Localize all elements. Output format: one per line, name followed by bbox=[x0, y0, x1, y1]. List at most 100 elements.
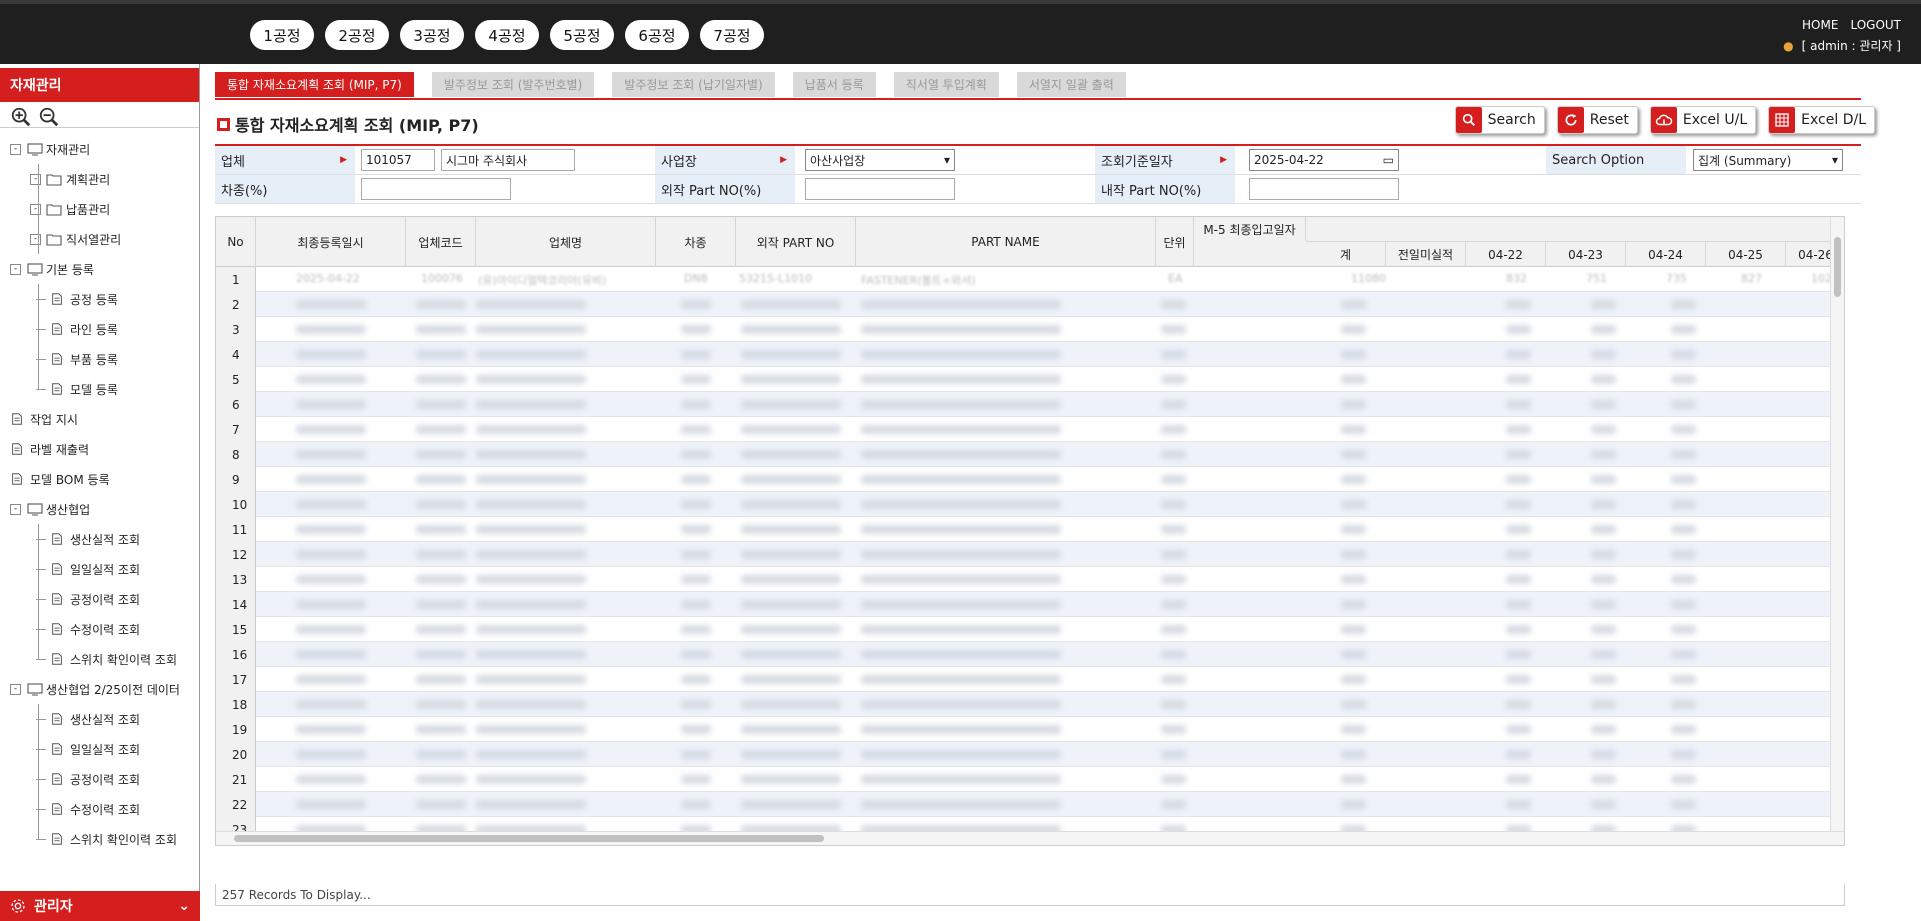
table-row[interactable]: 12 bbox=[216, 542, 1844, 567]
process-tab-1[interactable]: 1공정 bbox=[250, 20, 314, 50]
sidebar-item-23[interactable]: 스위치 확인이력 조회 bbox=[0, 824, 199, 854]
search-option-select[interactable]: 집계 (Summary) ▾ bbox=[1693, 149, 1843, 171]
sidebar-item-22[interactable]: 수정이력 조회 bbox=[0, 794, 199, 824]
excel-upload-button[interactable]: Excel U/L bbox=[1649, 106, 1757, 134]
sidebar-item-17[interactable]: 스위치 확인이력 조회 bbox=[0, 644, 199, 674]
sidebar-item-21[interactable]: 공정이력 조회 bbox=[0, 764, 199, 794]
column-header-3[interactable]: 업체명 bbox=[476, 217, 656, 267]
vertical-scrollbar[interactable] bbox=[1830, 217, 1844, 845]
table-row[interactable]: 5 bbox=[216, 367, 1844, 392]
sidebar-item-18[interactable]: - 생산협업 2/25이전 데이터 bbox=[0, 674, 199, 704]
table-row[interactable]: 10 bbox=[216, 492, 1844, 517]
sub-header-0[interactable]: 계 bbox=[1306, 241, 1386, 267]
sidebar-item-3[interactable]: - 직서열관리 bbox=[0, 224, 199, 254]
sidebar-item-13[interactable]: 생산실적 조회 bbox=[0, 524, 199, 554]
table-row[interactable]: 13 bbox=[216, 567, 1844, 592]
process-tab-7[interactable]: 7공정 bbox=[700, 20, 764, 50]
tab-1[interactable]: 발주정보 조회 (발주번호별) bbox=[431, 72, 595, 97]
table-row[interactable]: 6 bbox=[216, 392, 1844, 417]
column-header-7[interactable]: 단위 bbox=[1156, 217, 1194, 267]
sidebar-item-5[interactable]: 공정 등록 bbox=[0, 284, 199, 314]
table-row[interactable]: 18 bbox=[216, 692, 1844, 717]
collapse-toggle-icon[interactable]: - bbox=[10, 503, 21, 515]
sub-header-4[interactable]: 04-24 bbox=[1626, 241, 1706, 267]
sidebar-item-11[interactable]: 모델 BOM 등록 bbox=[0, 464, 199, 494]
column-header-6[interactable]: PART NAME bbox=[856, 217, 1156, 267]
sidebar-item-9[interactable]: 작업 지시 bbox=[0, 404, 199, 434]
table-row[interactable]: 9 bbox=[216, 467, 1844, 492]
search-button[interactable]: Search bbox=[1454, 106, 1545, 134]
reset-button[interactable]: Reset bbox=[1556, 106, 1638, 134]
collapse-toggle-icon[interactable]: - bbox=[30, 173, 41, 185]
table-row[interactable]: 22 bbox=[216, 792, 1844, 817]
sub-header-5[interactable]: 04-25 bbox=[1706, 241, 1786, 267]
table-row[interactable]: 4 bbox=[216, 342, 1844, 367]
table-row[interactable]: 1 2025-04-22 100076 (유)아이디얼텍코리아(유비) DN8 53215… bbox=[216, 267, 1844, 292]
table-row[interactable]: 16 bbox=[216, 642, 1844, 667]
process-tab-6[interactable]: 6공정 bbox=[625, 20, 689, 50]
sub-header-3[interactable]: 04-23 bbox=[1546, 241, 1626, 267]
tab-2[interactable]: 발주정보 조회 (납기일자별) bbox=[612, 72, 775, 97]
table-row[interactable]: 21 bbox=[216, 767, 1844, 792]
table-row[interactable]: 17 bbox=[216, 667, 1844, 692]
table-row[interactable]: 7 bbox=[216, 417, 1844, 442]
car-input[interactable] bbox=[361, 178, 511, 200]
table-row[interactable]: 14 bbox=[216, 592, 1844, 617]
tab-5[interactable]: 서열지 일괄 출력 bbox=[1016, 72, 1126, 97]
column-header-2[interactable]: 업체코드 bbox=[406, 217, 476, 267]
ext-part-input[interactable] bbox=[805, 178, 955, 200]
sidebar-item-12[interactable]: - 생산협업 bbox=[0, 494, 199, 524]
home-link[interactable]: HOME bbox=[1802, 18, 1838, 32]
sidebar-item-7[interactable]: 부품 등록 bbox=[0, 344, 199, 374]
table-row[interactable]: 15 bbox=[216, 617, 1844, 642]
tab-3[interactable]: 납품서 등록 bbox=[792, 72, 876, 97]
vendor-code-input[interactable]: 101057 bbox=[361, 149, 435, 171]
collapse-toggle-icon[interactable]: - bbox=[30, 233, 41, 245]
collapse-toggle-icon[interactable]: - bbox=[10, 683, 21, 695]
process-tab-2[interactable]: 2공정 bbox=[325, 20, 389, 50]
sidebar-item-10[interactable]: 라벨 재출력 bbox=[0, 434, 199, 464]
admin-footer[interactable]: 관리자 ⌄ bbox=[0, 891, 200, 921]
sidebar-item-14[interactable]: 일일실적 조회 bbox=[0, 554, 199, 584]
table-row[interactable]: 2 bbox=[216, 292, 1844, 317]
sidebar-item-2[interactable]: - 납품관리 bbox=[0, 194, 199, 224]
horizontal-scroll-thumb[interactable] bbox=[234, 835, 824, 842]
column-header-1[interactable]: 최종등록일시 bbox=[256, 217, 406, 267]
collapse-toggle-icon[interactable]: - bbox=[30, 203, 41, 215]
table-row[interactable]: 20 bbox=[216, 742, 1844, 767]
table-row[interactable]: 8 bbox=[216, 442, 1844, 467]
zoom-out-icon[interactable] bbox=[38, 106, 60, 128]
logout-link[interactable]: LOGOUT bbox=[1850, 18, 1901, 32]
column-header-0[interactable]: No bbox=[216, 217, 256, 267]
vendor-name-input[interactable]: 시그마 주식회사 bbox=[441, 149, 575, 171]
column-header-8[interactable]: M-5 최종입고일자 bbox=[1194, 217, 1306, 241]
sidebar-item-8[interactable]: 모델 등록 bbox=[0, 374, 199, 404]
horizontal-scrollbar[interactable] bbox=[216, 831, 1844, 845]
sub-header-1[interactable]: 전일미실적 bbox=[1386, 241, 1466, 267]
process-tab-3[interactable]: 3공정 bbox=[400, 20, 464, 50]
sidebar-item-16[interactable]: 수정이력 조회 bbox=[0, 614, 199, 644]
sidebar-item-15[interactable]: 공정이력 조회 bbox=[0, 584, 199, 614]
table-row[interactable]: 19 bbox=[216, 717, 1844, 742]
sub-header-2[interactable]: 04-22 bbox=[1466, 241, 1546, 267]
sidebar-item-0[interactable]: - 자재관리 bbox=[0, 134, 199, 164]
process-tab-4[interactable]: 4공정 bbox=[475, 20, 539, 50]
sidebar-item-19[interactable]: 생산실적 조회 bbox=[0, 704, 199, 734]
date-input[interactable]: 2025-04-22 ▭ bbox=[1249, 149, 1399, 171]
site-select[interactable]: 아산사업장 ▾ bbox=[805, 149, 955, 171]
int-part-input[interactable] bbox=[1249, 178, 1399, 200]
sidebar-item-1[interactable]: - 계획관리 bbox=[0, 164, 199, 194]
tab-0[interactable]: 통합 자재소요계획 조회 (MIP, P7) bbox=[215, 72, 414, 97]
sidebar-item-4[interactable]: - 기본 등록 bbox=[0, 254, 199, 284]
column-header-5[interactable]: 외작 PART NO bbox=[736, 217, 856, 267]
zoom-in-icon[interactable] bbox=[10, 106, 32, 128]
column-header-4[interactable]: 차종 bbox=[656, 217, 736, 267]
sidebar-item-6[interactable]: 라인 등록 bbox=[0, 314, 199, 344]
collapse-toggle-icon[interactable]: - bbox=[10, 143, 21, 155]
vertical-scroll-thumb[interactable] bbox=[1834, 237, 1841, 297]
sidebar-item-20[interactable]: 일일실적 조회 bbox=[0, 734, 199, 764]
process-tab-5[interactable]: 5공정 bbox=[550, 20, 614, 50]
collapse-toggle-icon[interactable]: - bbox=[10, 263, 21, 275]
table-row[interactable]: 3 bbox=[216, 317, 1844, 342]
tab-4[interactable]: 직서열 투입계획 bbox=[893, 72, 999, 97]
